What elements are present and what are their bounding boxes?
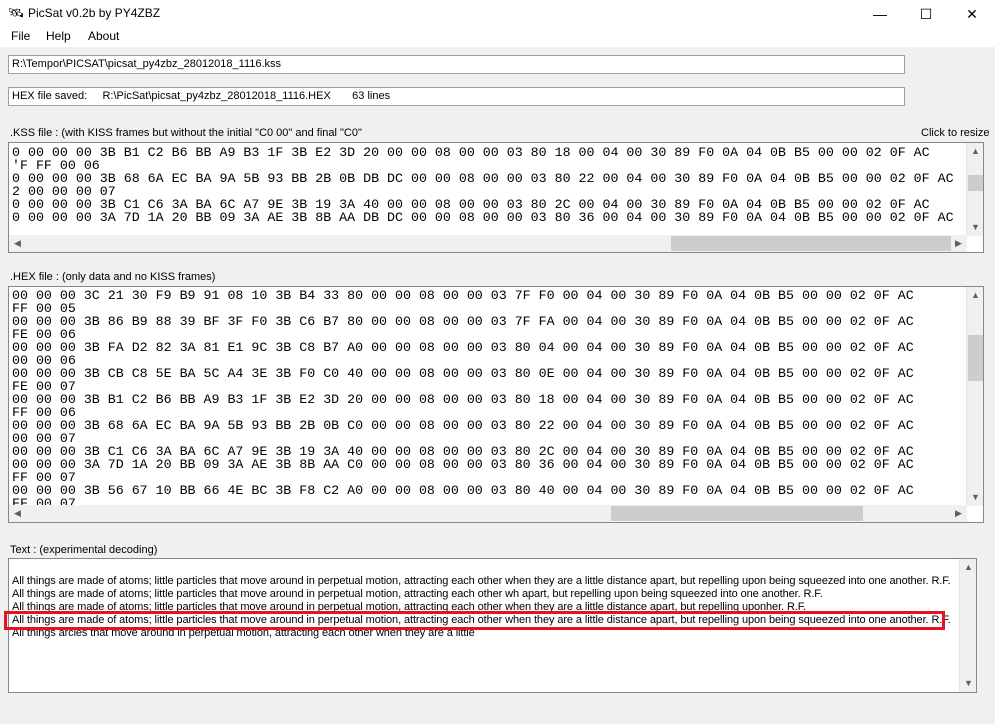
menu-bar <box>0 28 995 47</box>
hex-line: 00 00 00 3B 68 6A EC BA 9A 5B 93 BB 2B 0… <box>12 418 914 433</box>
highlight-box <box>4 611 945 630</box>
scroll-down-icon[interactable]: ▼ <box>967 219 983 236</box>
scroll-thumb[interactable] <box>671 236 951 251</box>
hex-line: 00 00 00 3B CB C8 5E BA 5C A4 3E 3B F0 C… <box>12 366 914 381</box>
text-label: Text : (experimental decoding) <box>10 544 158 556</box>
text-vertical-scrollbar[interactable]: ▲ ▼ <box>959 559 976 692</box>
scroll-left-icon[interactable]: ◀ <box>9 235 26 252</box>
kss-vertical-scrollbar[interactable]: ▲ ▼ <box>966 143 983 236</box>
window-title: PicSat v0.2b by PY4ZBZ <box>28 6 161 20</box>
kss-line: 0 00 00 00 3B 68 6A EC BA 9A 5B 93 BB 2B… <box>12 171 954 186</box>
hex-line: 00 00 00 3B B1 C2 B6 BB A9 B3 1F 3B E2 3… <box>12 392 914 407</box>
hex-horizontal-scrollbar[interactable]: ◀ ▶ <box>9 505 967 522</box>
resize-button[interactable]: Click to resize <box>921 127 989 139</box>
hex-line: 00 00 00 3A 7D 1A 20 BB 09 3A AE 3B 8B A… <box>12 457 914 472</box>
scroll-right-icon[interactable]: ▶ <box>950 235 967 252</box>
hex-line: 00 00 00 3B 86 B9 88 39 BF 3F F0 3B C6 B… <box>12 314 914 329</box>
scroll-thumb[interactable] <box>611 506 863 521</box>
scroll-up-icon[interactable]: ▲ <box>960 559 976 576</box>
hex-line: 00 00 00 3C 21 30 F9 B9 91 08 10 3B B4 3… <box>12 288 914 303</box>
kss-line: 0 00 00 00 3A 7D 1A 20 BB 09 3A AE 3B 8B… <box>12 210 954 225</box>
menu-about[interactable]: About <box>88 29 119 43</box>
maximize-button[interactable]: ☐ <box>903 0 949 28</box>
hex-line: 00 00 00 3B 56 67 10 BB 66 4E BC 3B F8 C… <box>12 483 914 498</box>
decoded-text-line: All things are made of atoms; little par… <box>12 588 823 600</box>
decoded-text-line: All things are made of atoms; little par… <box>12 575 951 587</box>
hex-line: 00 00 00 3B FA D2 82 3A 81 E1 9C 3B C8 B… <box>12 340 914 355</box>
scroll-right-icon[interactable]: ▶ <box>950 505 967 522</box>
scroll-down-icon[interactable]: ▼ <box>967 489 983 506</box>
menu-help[interactable]: Help <box>46 29 71 43</box>
kss-path-field[interactable]: R:\Tempor\PICSAT\picsat_py4zbz_28012018_… <box>8 55 905 74</box>
scroll-thumb[interactable] <box>968 175 983 191</box>
kss-label: .KSS file : (with KISS frames but withou… <box>10 127 362 139</box>
minimize-button[interactable]: — <box>857 0 903 28</box>
scroll-thumb[interactable] <box>968 335 983 381</box>
scroll-up-icon[interactable]: ▲ <box>967 143 983 160</box>
satellite-icon: 🛰 <box>8 5 25 20</box>
hex-textarea[interactable]: 00 00 00 3C 21 30 F9 B9 91 08 10 3B B4 3… <box>8 286 984 523</box>
hex-label: .HEX file : (only data and no KISS frame… <box>10 271 216 283</box>
close-button[interactable]: ✕ <box>949 0 995 28</box>
scroll-down-icon[interactable]: ▼ <box>960 675 976 692</box>
hex-vertical-scrollbar[interactable]: ▲ ▼ <box>966 287 983 506</box>
kss-horizontal-scrollbar[interactable]: ◀ ▶ <box>9 235 967 252</box>
scroll-up-icon[interactable]: ▲ <box>967 287 983 304</box>
menu-file[interactable]: File <box>11 29 30 43</box>
kss-textarea[interactable]: 0 00 00 00 3B B1 C2 B6 BB A9 B3 1F 3B E2… <box>8 142 984 253</box>
kss-line: 0 00 00 00 3B B1 C2 B6 BB A9 B3 1F 3B E2… <box>12 145 930 160</box>
scroll-left-icon[interactable]: ◀ <box>9 505 26 522</box>
hex-saved-status: HEX file saved: R:\PicSat\picsat_py4zbz_… <box>8 87 905 106</box>
